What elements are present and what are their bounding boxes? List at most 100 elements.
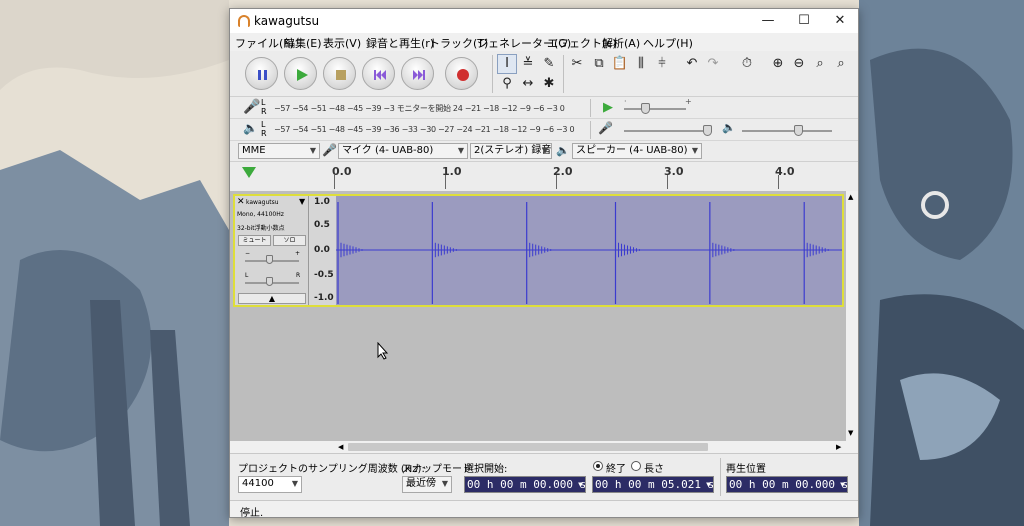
track-name[interactable]: kawagutsu <box>246 199 279 206</box>
zoom-out-icon: ⊖ <box>793 56 805 71</box>
speaker-icon[interactable]: 🔈 <box>243 121 258 135</box>
title-bar[interactable]: kawagutsu — ☐ ✕ <box>230 9 858 33</box>
silence-button[interactable]: ⫩ <box>652 54 672 74</box>
menu-help[interactable]: ヘルプ(H) <box>643 35 693 51</box>
snap-mode-label: スナップモード <box>402 464 472 475</box>
playback-meter-scale[interactable]: −57 −54 −51 −48 −45 −39 −36 −33 −30 −27 … <box>274 125 575 134</box>
pause-button[interactable] <box>245 57 278 90</box>
envelope-tool[interactable]: ≚ <box>518 54 538 74</box>
mute-button[interactable]: ミュート <box>238 235 271 246</box>
selection-start-value: 00 h 00 m 00.000 s <box>467 478 586 491</box>
close-icon[interactable]: ✕ <box>237 197 245 207</box>
playback-device-select[interactable]: スピーカー (4- UAB-80) ▼ <box>572 143 702 159</box>
solo-button[interactable]: ソロ <box>273 235 306 246</box>
redo-button[interactable]: ↷ <box>703 54 723 74</box>
envelope-icon: ≚ <box>522 56 534 71</box>
playback-device-value: スピーカー (4- UAB-80) <box>576 145 688 156</box>
selection-start-time[interactable]: 00 h 00 m 00.000 s ▼ <box>464 476 586 493</box>
record-volume-knob[interactable] <box>703 125 713 136</box>
vertical-scrollbar[interactable]: ▲ ▼ <box>846 191 858 441</box>
draw-tool[interactable]: ✎ <box>539 54 559 74</box>
stop-button[interactable] <box>323 57 356 90</box>
fit-selection-button[interactable]: ⌕ <box>810 54 830 74</box>
recording-channels-select[interactable]: 2(ステレオ) 録音チ▼ <box>470 143 552 159</box>
copy-button[interactable]: ⧉ <box>589 54 609 74</box>
horizontal-scrollbar[interactable]: ◀ ▶ <box>230 441 858 453</box>
length-radio[interactable] <box>631 461 641 471</box>
waveform-click <box>614 202 640 304</box>
audio-host-select[interactable]: MME ▼ <box>238 143 320 159</box>
horizontal-scroll-thumb[interactable] <box>348 443 708 451</box>
waveform[interactable] <box>336 196 842 305</box>
fit-project-button[interactable]: ⌕ <box>831 54 851 74</box>
cut-button[interactable]: ✂ <box>567 54 587 74</box>
play-at-speed-button[interactable]: ▶ <box>598 98 618 118</box>
playback-speed-knob[interactable] <box>640 103 650 114</box>
waveform-click <box>803 202 829 304</box>
ruler-tick <box>556 175 557 189</box>
menu-edit[interactable]: 編集(E) <box>284 35 322 51</box>
playback-position-time[interactable]: 00 h 00 m 00.000 s ▼ <box>726 476 848 493</box>
speed-max-tick: + <box>685 97 692 106</box>
empty-track-space[interactable] <box>230 311 846 441</box>
selection-end-value: 00 h 00 m 05.021 s <box>595 478 714 491</box>
minimize-button[interactable]: — <box>750 9 786 33</box>
waveform-click <box>337 202 363 304</box>
status-bar: 停止. <box>230 500 858 517</box>
playback-speed-track[interactable] <box>624 108 686 110</box>
waveform-svg <box>336 202 842 304</box>
double-arrow-icon: ↔ <box>522 76 534 91</box>
trim-button[interactable]: ⫼ <box>631 54 651 74</box>
audacity-window: kawagutsu — ☐ ✕ ファイル(F) 編集(E) 表示(V) 録音と再… <box>229 8 859 518</box>
toolbar-separator <box>492 55 493 93</box>
maximize-button[interactable]: ☐ <box>786 9 822 33</box>
scroll-down-icon[interactable]: ▼ <box>848 429 853 437</box>
microphone-icon[interactable]: 🎤 <box>243 99 260 115</box>
playback-volume-track[interactable] <box>742 130 832 132</box>
toolbar-separator <box>590 99 591 117</box>
close-button[interactable]: ✕ <box>822 9 858 33</box>
speaker-icon: 🔈 <box>556 144 570 157</box>
play-head-triangle-icon[interactable] <box>242 167 256 178</box>
scroll-right-icon[interactable]: ▶ <box>836 443 841 451</box>
selection-tool[interactable]: I <box>497 54 517 74</box>
play-button[interactable] <box>284 57 317 90</box>
recording-device-select[interactable]: マイク (4- UAB-80) ▼ <box>338 143 468 159</box>
timeline-ruler[interactable]: 0.0 1.0 2.0 3.0 4.0 <box>310 162 840 192</box>
zoom-tool[interactable]: ⚲ <box>497 74 517 94</box>
track-format: Mono, 44100Hz <box>237 211 284 218</box>
collapse-track-button[interactable]: ▲ <box>238 293 306 304</box>
snap-mode-select[interactable]: 最近傍 ▼ <box>402 476 452 493</box>
amplitude-scale[interactable]: 1.0 0.5 0.0 -0.5 -1.0 <box>310 196 336 305</box>
chevron-down-icon[interactable]: ▼ <box>299 197 305 206</box>
scroll-left-icon[interactable]: ◀ <box>338 443 343 451</box>
paste-button[interactable]: 📋 <box>610 54 630 74</box>
skip-to-start-button[interactable] <box>362 57 395 90</box>
project-rate-select[interactable]: 44100 ▼ <box>238 476 302 493</box>
undo-button[interactable]: ↶ <box>682 54 702 74</box>
gain-slider-knob[interactable] <box>266 255 273 264</box>
paste-icon: 📋 <box>611 56 629 71</box>
selection-end-time[interactable]: 00 h 00 m 05.021 s ▼ <box>592 476 714 493</box>
multi-tool[interactable]: ✱ <box>539 74 559 94</box>
skip-to-end-button[interactable] <box>401 57 434 90</box>
audio-track[interactable]: ✕ kawagutsu ▼ Mono, 44100Hz 32-bit浮動小数点 … <box>233 194 844 307</box>
menu-view[interactable]: 表示(V) <box>323 35 361 51</box>
track-area[interactable]: ✕ kawagutsu ▼ Mono, 44100Hz 32-bit浮動小数点 … <box>230 191 846 441</box>
mouse-cursor-icon <box>377 342 389 360</box>
menu-analyze[interactable]: 解析(A) <box>602 35 640 51</box>
playback-volume-knob[interactable] <box>794 125 804 136</box>
menu-transport[interactable]: 録音と再生(r) <box>366 35 434 51</box>
playback-position-value: 00 h 00 m 00.000 s <box>729 478 848 491</box>
zoom-in-button[interactable]: ⊕ <box>768 54 788 74</box>
scale-label: -0.5 <box>314 270 334 280</box>
time-shift-tool[interactable]: ↔ <box>518 74 538 94</box>
end-radio[interactable] <box>593 461 603 471</box>
sync-lock-button[interactable]: ⏱ <box>737 54 757 74</box>
scroll-up-icon[interactable]: ▲ <box>848 193 853 201</box>
zoom-out-button[interactable]: ⊖ <box>789 54 809 74</box>
record-volume-track[interactable] <box>624 130 712 132</box>
record-meter-scale[interactable]: −57 −54 −51 −48 −45 −39 −3 モニターを開始 24 −2… <box>274 103 565 114</box>
pan-slider-knob[interactable] <box>266 277 273 286</box>
record-button[interactable] <box>445 57 478 90</box>
